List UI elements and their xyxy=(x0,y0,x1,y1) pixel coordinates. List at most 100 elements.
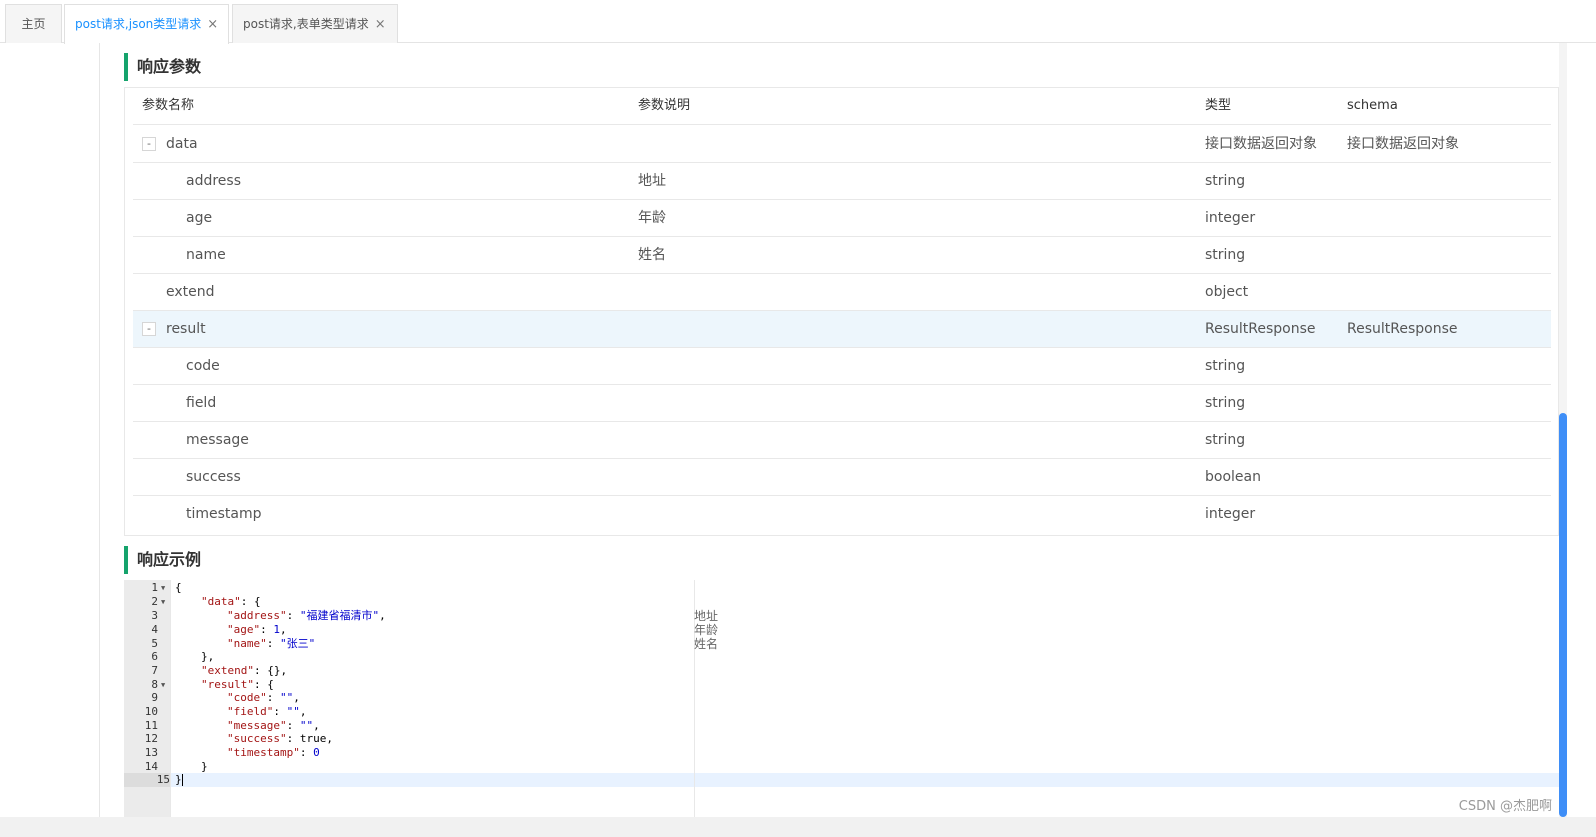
code-line: } xyxy=(175,773,182,786)
tab-bar: 主页 post请求,json类型请求 × post请求,表单类型请求 × xyxy=(0,0,1596,44)
tab-label: post请求,json类型请求 xyxy=(75,17,202,31)
param-name: field xyxy=(186,395,217,411)
code-line: "extend": {}, xyxy=(201,664,288,677)
param-desc: 年龄 xyxy=(638,210,666,226)
response-params-title: 响应参数 xyxy=(124,53,201,81)
code-editor[interactable]: 1 ▼ 2 ▼ 3 4 5 6 7 8 ▼ 9 10 11 12 13 14 15 {… xyxy=(124,580,1560,817)
code-line: "address": "福建省福清市", xyxy=(227,609,386,622)
line-number: 10 xyxy=(144,705,158,718)
param-desc: 地址 xyxy=(638,173,666,189)
line-number: 15 xyxy=(124,773,170,787)
fold-arrow-icon[interactable]: ▼ xyxy=(161,678,169,692)
line-number: 13 xyxy=(144,746,158,759)
collapse-icon[interactable]: - xyxy=(142,137,156,151)
code-line: "age": 1, xyxy=(227,623,287,636)
horizontal-scrollbar[interactable] xyxy=(0,817,1596,837)
line-number: 4 xyxy=(151,623,158,636)
param-type: integer xyxy=(1205,210,1256,226)
code-line: "field": "", xyxy=(227,705,307,718)
code-line: "name": "张三" xyxy=(227,637,316,650)
param-type: integer xyxy=(1205,506,1256,522)
code-line: "result": { xyxy=(201,678,274,691)
param-name: message xyxy=(186,432,249,448)
line-number: 5 xyxy=(151,637,158,650)
param-type: ResultResponse xyxy=(1205,321,1316,337)
fold-arrow-icon[interactable]: ▼ xyxy=(161,595,169,609)
line-number: 1 xyxy=(151,581,158,594)
line-number: 14 xyxy=(144,760,158,773)
table-row[interactable]: timestamp integer xyxy=(133,496,1551,533)
code-line: "timestamp": 0 xyxy=(227,746,320,759)
line-number: 8 xyxy=(151,678,158,691)
param-type: string xyxy=(1205,358,1246,374)
table-row[interactable]: - data 接口数据返回对象 接口数据返回对象 xyxy=(133,126,1551,163)
code-line: } xyxy=(201,760,208,773)
table-row[interactable]: code string xyxy=(133,348,1551,385)
sidebar-divider xyxy=(99,43,100,818)
param-desc: 姓名 xyxy=(638,247,666,263)
param-schema: 接口数据返回对象 xyxy=(1347,136,1459,152)
table-row[interactable]: message string xyxy=(133,422,1551,459)
header-schema: schema xyxy=(1347,98,1398,113)
code-line: "success": true, xyxy=(227,732,333,745)
header-type: 类型 xyxy=(1205,98,1232,113)
tab-label: 主页 xyxy=(21,17,46,31)
line-number: 11 xyxy=(144,719,158,732)
close-icon[interactable]: × xyxy=(375,17,386,32)
tab-post-json[interactable]: post请求,json类型请求 × xyxy=(64,4,229,44)
code-line: "message": "", xyxy=(227,719,320,732)
code-line: "data": { xyxy=(201,595,261,608)
tab-post-form[interactable]: post请求,表单类型请求 × xyxy=(232,4,398,43)
table-row[interactable]: field string xyxy=(133,385,1551,422)
param-type: string xyxy=(1205,173,1246,189)
collapse-icon[interactable]: - xyxy=(142,322,156,336)
param-name: name xyxy=(186,247,226,263)
watermark: CSDN @杰肥啊 xyxy=(1458,799,1552,814)
table-row[interactable]: extend object xyxy=(133,274,1551,311)
param-name: result xyxy=(166,321,206,337)
param-name: address xyxy=(186,173,242,189)
param-name: extend xyxy=(166,284,215,300)
param-type: 接口数据返回对象 xyxy=(1205,136,1317,152)
param-type: string xyxy=(1205,247,1246,263)
table-row[interactable]: address 地址 string xyxy=(133,163,1551,200)
table-row[interactable]: success boolean xyxy=(133,459,1551,496)
field-annotation: 地址 xyxy=(694,609,719,623)
line-number: 3 xyxy=(151,609,158,622)
param-type: object xyxy=(1205,284,1249,300)
line-number: 9 xyxy=(151,691,158,704)
table-header: 参数名称 参数说明 类型 schema xyxy=(133,88,1551,125)
field-annotation: 年龄 xyxy=(694,623,719,637)
response-example-title: 响应示例 xyxy=(124,546,201,574)
tab-label: post请求,表单类型请求 xyxy=(243,17,369,31)
response-params-table: 参数名称 参数说明 类型 schema - data 接口数据返回对象 接口数据… xyxy=(124,87,1559,536)
active-line-highlight xyxy=(171,773,1560,787)
tab-home[interactable]: 主页 xyxy=(5,4,62,43)
line-number: 7 xyxy=(151,664,158,677)
param-name: success xyxy=(186,469,241,485)
close-icon[interactable]: × xyxy=(207,17,218,32)
param-type: boolean xyxy=(1205,469,1261,485)
field-annotation: 姓名 xyxy=(694,637,719,651)
param-name: age xyxy=(186,210,213,226)
header-desc: 参数说明 xyxy=(638,98,691,113)
param-type: string xyxy=(1205,395,1246,411)
line-number: 2 xyxy=(151,595,158,608)
fold-arrow-icon[interactable]: ▼ xyxy=(161,581,169,595)
param-name: timestamp xyxy=(186,506,262,522)
line-number-gutter: 1 ▼ 2 ▼ 3 4 5 6 7 8 ▼ 9 10 11 12 13 14 15 xyxy=(124,580,170,817)
code-line: "code": "", xyxy=(227,691,300,704)
param-type: string xyxy=(1205,432,1246,448)
param-name: code xyxy=(186,358,220,374)
table-row[interactable]: name 姓名 string xyxy=(133,237,1551,274)
text-cursor xyxy=(182,774,183,786)
header-name: 参数名称 xyxy=(142,98,195,113)
table-row[interactable]: - result ResultResponse ResultResponse xyxy=(133,311,1551,348)
code-line: { xyxy=(175,581,182,594)
code-line: }, xyxy=(201,650,215,663)
table-row[interactable]: age 年龄 integer xyxy=(133,200,1551,237)
line-number: 6 xyxy=(151,650,158,663)
param-name: data xyxy=(166,136,198,152)
line-number: 12 xyxy=(144,732,158,745)
scrollbar-thumb[interactable] xyxy=(1559,413,1567,817)
